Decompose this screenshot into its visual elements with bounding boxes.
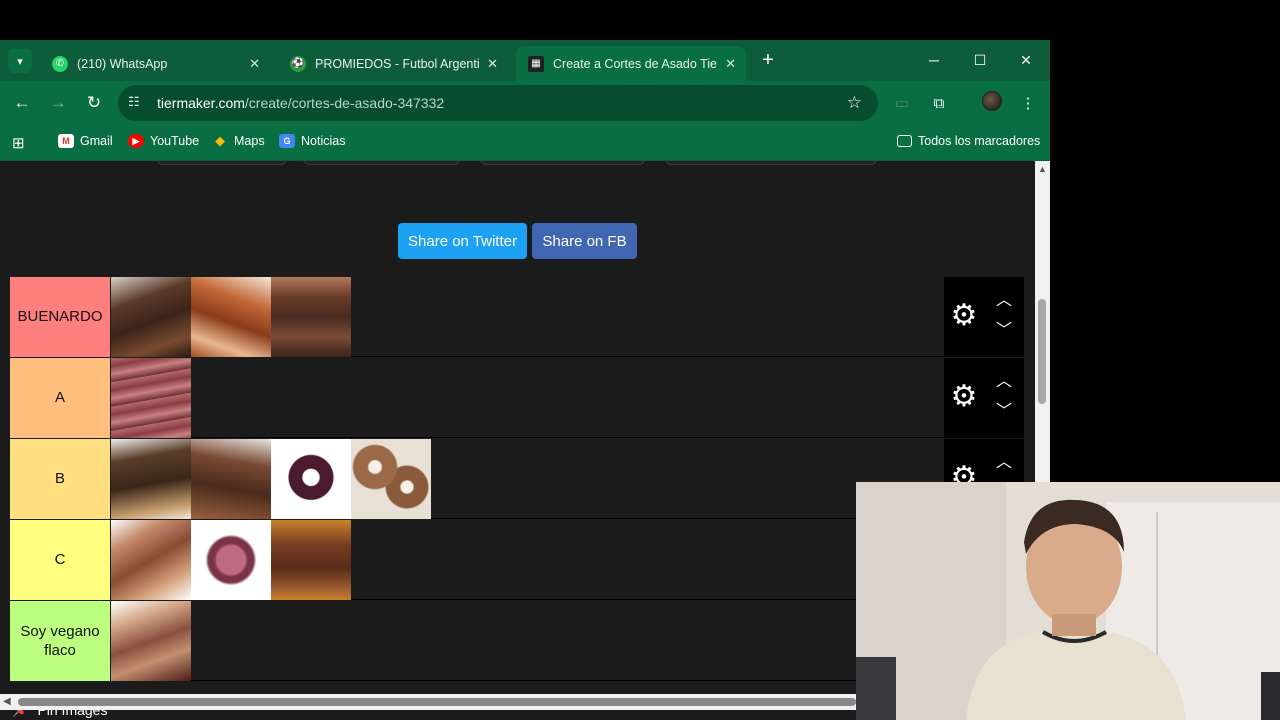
asado-ribs-image[interactable] [111,277,191,357]
tier-label[interactable]: C [10,520,110,600]
menu-icon[interactable]: ⋮ [1016,91,1040,115]
close-icon[interactable]: ✕ [487,56,498,72]
bookmark-youtube[interactable]: ▶ YouTube [128,134,199,148]
chevron-up-icon[interactable]: ︿ [992,372,1016,392]
bookmark-maps[interactable]: ⬥ Maps [212,133,265,148]
gear-icon[interactable]: ⚙ [949,382,979,412]
tab-strip: ▾ ✆ (210) WhatsApp ✕ ⚽ PROMIEDOS - Futbo… [0,40,1050,81]
tab-search-icon[interactable]: ▾ [8,49,32,73]
costillar-image[interactable] [111,520,191,600]
mollejas-image[interactable] [191,520,271,600]
maximize-button[interactable]: ☐ [968,48,992,72]
chevron-up-icon[interactable]: ︿ [992,453,1016,473]
bookmark-star-icon[interactable]: ☆ [847,93,862,113]
whatsapp-icon: ✆ [52,55,68,72]
tiermaker-icon: ▦ [528,55,544,72]
share-twitter-button[interactable]: Share on Twitter [398,223,527,259]
bookmark-label: Maps [234,134,265,148]
tier-items [111,601,191,681]
apps-icon[interactable]: ⊞ [12,134,25,152]
gear-icon[interactable]: ⚙ [949,301,979,331]
cast-icon[interactable]: ▭ [890,91,914,115]
tira-de-asado-image[interactable] [271,520,351,600]
maps-icon: ⬥ [215,133,225,148]
cut-off-button[interactable] [480,161,645,165]
bookmark-label: YouTube [150,134,200,148]
close-icon[interactable]: ✕ [249,56,260,72]
webcam-overlay [856,482,1280,720]
tier-label[interactable]: A [10,358,110,438]
tier-label[interactable]: B [10,439,110,519]
close-window-button[interactable]: ✕ [1014,48,1038,72]
tab-title: (210) WhatsApp [77,56,168,71]
minimize-button[interactable]: ─ [922,48,946,72]
tab-title: Create a Cortes de Asado Tier List [553,56,717,71]
tier-items [111,520,351,600]
bookmark-gmail[interactable]: M Gmail [58,134,113,148]
cut-off-button[interactable] [303,161,460,165]
url-domain: tiermaker.com [157,95,245,111]
forward-button[interactable]: → [46,91,70,115]
morcilla-image[interactable] [271,439,351,519]
browser-toolbar: ← → ↻ ☷ tiermaker.com/create/cortes-de-a… [0,81,1050,125]
chorizo-image[interactable] [111,358,191,438]
scrollbar-thumb[interactable] [18,698,856,706]
tier-controls: ⚙ ︿ ﹀ [944,277,1024,357]
bookmark-news[interactable]: G Noticias [279,134,345,148]
horizontal-scrollbar[interactable]: ◀ [0,694,858,710]
chevron-down-icon[interactable]: ﹀ [992,402,1016,422]
share-facebook-button[interactable]: Share on FB [532,223,637,259]
tier-row: Soy vegano flaco [10,601,856,681]
address-bar[interactable]: ☷ tiermaker.com/create/cortes-de-asado-3… [118,85,878,121]
chevron-up-icon[interactable]: ︿ [992,291,1016,311]
tab-promiedos[interactable]: ⚽ PROMIEDOS - Futbol Argentino ✕ [278,46,508,81]
tier-items [111,439,431,519]
back-button[interactable]: ← [10,91,34,115]
bondiola-image[interactable] [111,601,191,681]
bookmark-label: Gmail [80,134,113,148]
tier-row: A [10,358,944,438]
folder-icon [897,135,912,147]
url-text: tiermaker.com/create/cortes-de-asado-347… [157,95,444,111]
chevron-down-icon[interactable]: ﹀ [992,321,1016,341]
tier-label[interactable]: Soy vegano flaco [10,601,110,681]
bife-image[interactable] [111,439,191,519]
youtube-icon: ▶ [128,134,144,148]
tier-row: B [10,439,944,519]
all-bookmarks-label: Todos los marcadores [918,134,1041,148]
reload-button[interactable]: ↻ [82,91,106,115]
cut-off-button[interactable] [157,161,287,165]
matambre-image[interactable] [191,439,271,519]
extensions-icon[interactable]: ⧉ [927,91,951,115]
bookmarks-bar: ⊞ M Gmail ▶ YouTube ⬥ Maps G Noticias To… [0,125,1050,161]
profile-avatar[interactable] [982,91,1002,111]
screen: ▾ ✆ (210) WhatsApp ✕ ⚽ PROMIEDOS - Futbo… [0,0,1280,720]
tier-label[interactable]: BUENARDO [10,277,110,357]
new-tab-button[interactable]: + [756,48,780,72]
bookmark-label: Noticias [301,134,346,148]
vacio-image[interactable] [191,277,271,357]
all-bookmarks[interactable]: Todos los marcadores [897,134,1040,148]
tab-title: PROMIEDOS - Futbol Argentino [315,56,480,71]
tab-tiermaker[interactable]: ▦ Create a Cortes de Asado Tier List ✕ [516,46,746,81]
url-path: /create/cortes-de-asado-347332 [244,95,445,111]
entrana-image[interactable] [271,277,351,357]
gmail-icon: M [58,134,74,148]
promiedos-icon: ⚽ [290,55,306,72]
webcam-video [856,482,1280,720]
tier-items [111,277,351,357]
tier-items [111,358,191,438]
site-info-icon[interactable]: ☷ [128,94,146,112]
news-icon: G [279,134,295,148]
chinchulines-image[interactable] [351,439,431,519]
scrollbar-thumb[interactable] [1038,299,1046,404]
scroll-left-arrow[interactable]: ◀ [3,696,11,707]
tab-whatsapp[interactable]: ✆ (210) WhatsApp ✕ [40,46,270,81]
scroll-up-arrow[interactable]: ▲ [1037,164,1048,174]
close-icon[interactable]: ✕ [725,56,736,72]
tier-row: BUENARDO [10,277,944,357]
cut-off-button[interactable] [665,161,877,165]
tier-row: C [10,520,856,600]
tier-controls: ⚙ ︿ ﹀ [944,358,1024,438]
